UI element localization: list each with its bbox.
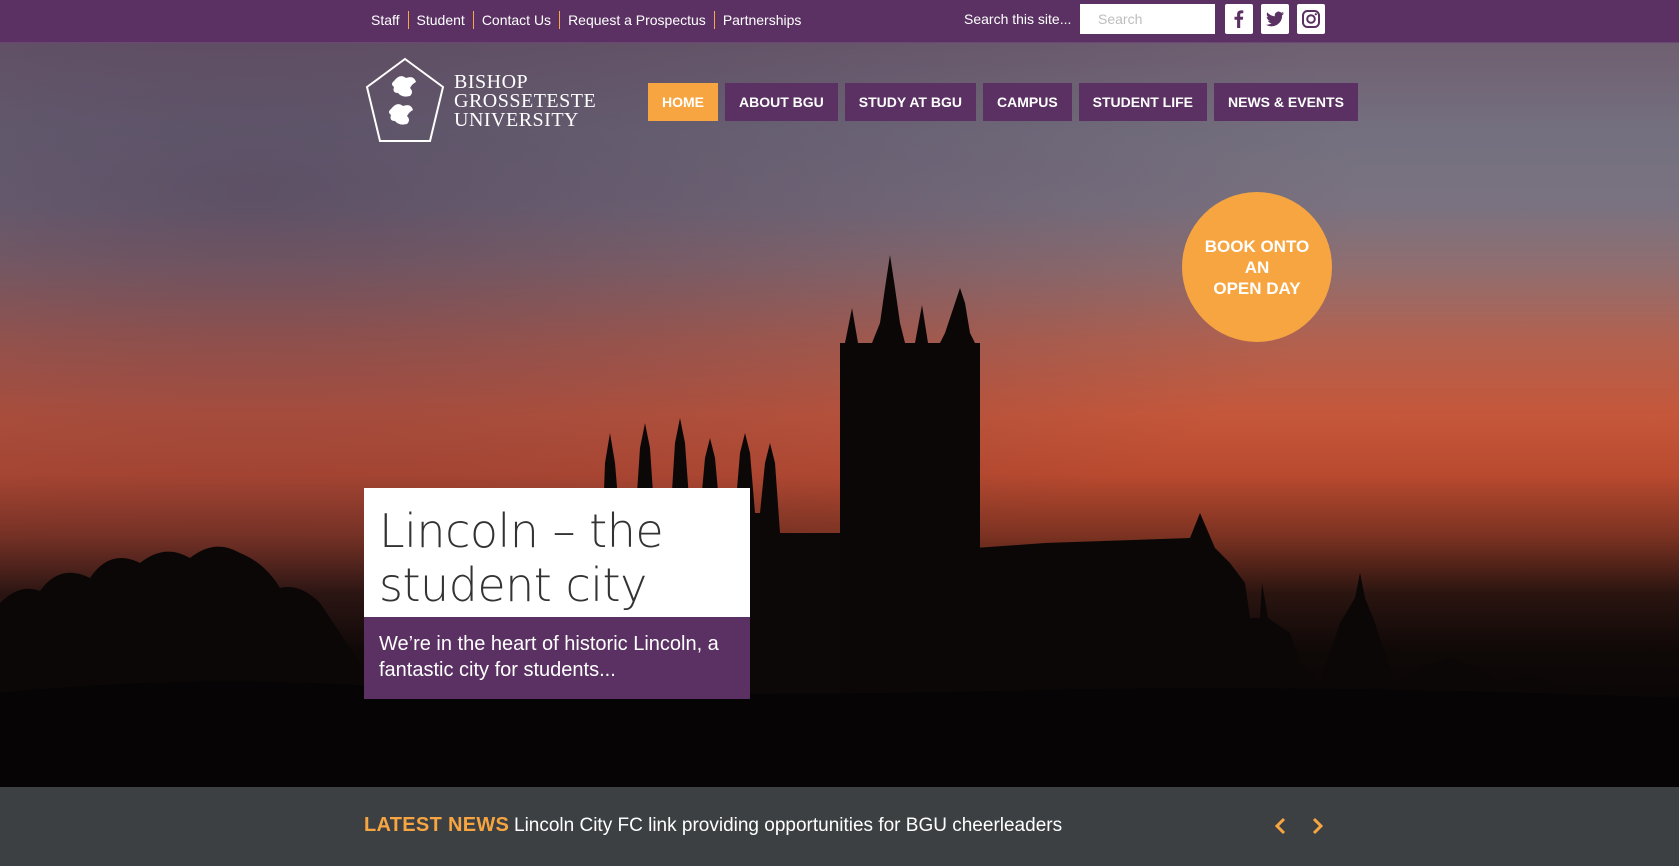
nav-home[interactable]: HOME	[648, 83, 718, 121]
open-day-line-3: OPEN DAY	[1213, 278, 1301, 298]
chevron-left-icon[interactable]	[1271, 815, 1291, 837]
logo-line-2: GROSSETESTE	[454, 89, 597, 112]
nav-about-bgu[interactable]: ABOUT BGU	[725, 83, 838, 121]
chevron-right-icon[interactable]	[1307, 815, 1327, 837]
logo-wordmark: BISHOP GROSSETESTE UNIVERSITY	[454, 70, 597, 131]
hero-title: Lincoln – the student city	[364, 488, 750, 617]
instagram-icon	[1302, 10, 1320, 28]
search-input[interactable]	[1080, 4, 1215, 34]
main-navigation: HOME ABOUT BGU STUDY AT BGU CAMPUS STUDE…	[648, 83, 1358, 121]
nav-student-life[interactable]: STUDENT LIFE	[1078, 83, 1207, 121]
latest-news-label: LATEST NEWS	[364, 814, 510, 836]
open-day-line-2: AN	[1244, 257, 1270, 277]
facebook-icon	[1234, 10, 1244, 28]
university-logo[interactable]: BISHOP GROSSETESTE UNIVERSITY	[364, 57, 596, 145]
nav-campus[interactable]: CAMPUS	[982, 83, 1072, 121]
crest-icon	[365, 57, 445, 142]
hero-description[interactable]: We’re in the heart of historic Lincoln, …	[364, 617, 750, 699]
staff-link[interactable]: Staff	[363, 11, 408, 29]
facebook-button[interactable]	[1225, 4, 1253, 34]
search-label: Search this site...	[964, 11, 1072, 27]
nav-study-at-bgu[interactable]: STUDY AT BGU	[844, 83, 976, 121]
nav-news-events[interactable]: NEWS & EVENTS	[1214, 83, 1358, 121]
latest-news-bar: LATEST NEWS Lincoln City FC link providi…	[0, 787, 1679, 866]
request-prospectus-link[interactable]: Request a Prospectus	[559, 11, 714, 29]
contact-us-link[interactable]: Contact Us	[472, 11, 559, 29]
instagram-button[interactable]	[1297, 4, 1325, 34]
partnerships-link[interactable]: Partnerships	[713, 11, 810, 29]
twitter-icon	[1266, 11, 1284, 27]
utility-links: Staff Student Contact Us Request a Prosp…	[363, 0, 809, 40]
hero-banner: BISHOP GROSSETESTE UNIVERSITY HOME ABOUT…	[0, 43, 1679, 787]
hero-caption: Lincoln – the student city We’re in the …	[364, 488, 750, 699]
twitter-button[interactable]	[1261, 4, 1289, 34]
logo-line-1: BISHOP	[454, 70, 529, 93]
book-open-day-button[interactable]: BOOK ONTO AN OPEN DAY	[1182, 192, 1332, 342]
open-day-line-1: BOOK ONTO	[1204, 236, 1310, 256]
latest-news-headline[interactable]: Lincoln City FC link providing opportuni…	[514, 815, 1062, 837]
logo-line-3: UNIVERSITY	[454, 108, 579, 131]
top-utility-bar: Staff Student Contact Us Request a Prosp…	[0, 0, 1679, 43]
student-link[interactable]: Student	[407, 11, 473, 29]
cathedral-silhouette-image	[0, 255, 1679, 787]
